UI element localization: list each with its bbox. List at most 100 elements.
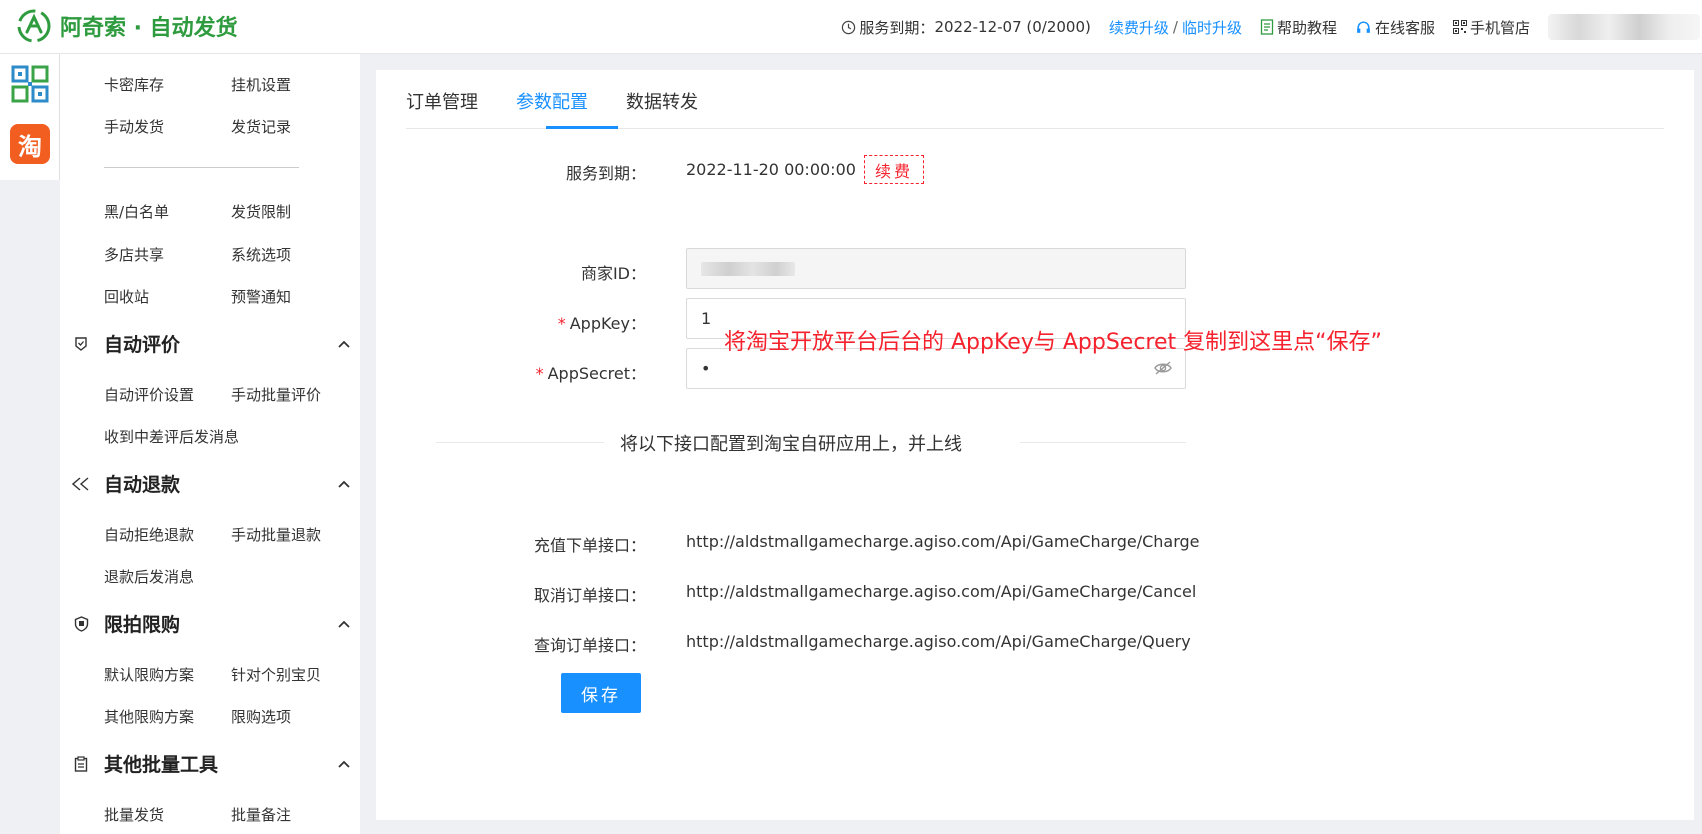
mobile-store-label: 手机管店 xyxy=(1469,18,1530,37)
menu-item-other-limit-plan[interactable]: 其他限购方案 xyxy=(104,706,231,727)
tab-bar: 订单管理 参数配置 数据转发 xyxy=(406,70,1664,129)
main-content-card: 订单管理 参数配置 数据转发 服务到期： 2022-11-20 00:00:00… xyxy=(376,70,1694,820)
menu-item-system-options[interactable]: 系统选项 xyxy=(231,244,358,265)
menu-item-limit-options[interactable]: 限购选项 xyxy=(231,706,358,727)
menu-item-specific-item-limit[interactable]: 针对个别宝贝 xyxy=(231,664,358,685)
menu-item-warning-notice[interactable]: 预警通知 xyxy=(231,286,358,307)
menu-group-auto-review[interactable]: 自动评价 xyxy=(70,330,350,357)
appkey-value: 1 xyxy=(701,309,712,328)
upgrade-links: 续费升级 / 临时升级 xyxy=(1109,17,1242,38)
user-account-blurred[interactable] xyxy=(1548,14,1700,40)
qr-code-icon xyxy=(1452,20,1467,34)
menu-group-title: 其他批量工具 xyxy=(104,754,219,776)
tab-parameter-config[interactable]: 参数配置 xyxy=(516,88,588,114)
menu-item-hangup-settings[interactable]: 挂机设置 xyxy=(231,74,358,95)
appkey-label-text: AppKey： xyxy=(569,314,646,333)
menu-row: 其他限购方案 限购选项 xyxy=(104,706,358,727)
help-label: 帮助教程 xyxy=(1276,18,1337,37)
rail-taobao[interactable]: 淘 xyxy=(0,114,60,174)
section-title: 将以下接口配置到淘宝自研应用上，并上线 xyxy=(620,434,962,455)
menu-item-bulk-remark[interactable]: 批量备注 xyxy=(231,804,358,825)
menu-item-blackwhite-list[interactable]: 黑/白名单 xyxy=(104,201,231,222)
menu-item-bad-review-message[interactable]: 收到中差评后发消息 xyxy=(104,426,239,447)
endpoint-label: 查询订单接口： xyxy=(533,636,646,655)
menu-item-auto-review-settings[interactable]: 自动评价设置 xyxy=(104,384,231,405)
endpoint-url: http://aldstmallgamecharge.agiso.com/Api… xyxy=(686,532,1200,551)
header-actions: 服务到期： 2022-12-07 (0/2000) 续费升级 / 临时升级 帮助… xyxy=(841,0,1702,54)
menu-row: 收到中差评后发消息 xyxy=(104,426,239,447)
menu-item-card-stock[interactable]: 卡密库存 xyxy=(104,74,231,95)
chevron-up-icon[interactable] xyxy=(338,760,350,768)
required-mark: * xyxy=(557,314,566,333)
menu-item-multi-store[interactable]: 多店共享 xyxy=(104,244,231,265)
menu-item-auto-reject-refund[interactable]: 自动拒绝退款 xyxy=(104,524,231,545)
menu-item-default-limit-plan[interactable]: 默认限购方案 xyxy=(104,664,231,685)
online-service-link[interactable]: 在线客服 xyxy=(1355,17,1435,38)
tab-data-forwarding[interactable]: 数据转发 xyxy=(626,88,698,114)
menu-group-bulk-tools[interactable]: 其他批量工具 xyxy=(70,750,350,777)
renew-button[interactable]: 续费 xyxy=(864,155,924,184)
merchant-id-field xyxy=(686,248,1186,289)
app-rail-panel: 淘 xyxy=(0,54,60,180)
temp-upgrade-link[interactable]: 临时升级 xyxy=(1182,17,1242,38)
clock-icon xyxy=(842,20,856,34)
review-icon xyxy=(70,334,92,354)
chevron-up-icon[interactable] xyxy=(338,480,350,488)
menu-item-bulk-refund[interactable]: 手动批量退款 xyxy=(231,524,358,545)
menu-item-manual-ship[interactable]: 手动发货 xyxy=(104,116,231,137)
mobile-store-link[interactable]: 手机管店 xyxy=(1452,17,1530,38)
menu-row: 自动拒绝退款 手动批量退款 xyxy=(104,524,358,545)
brand-logo[interactable]: 阿奇索 · 自动发货 xyxy=(16,8,238,44)
renew-upgrade-link[interactable]: 续费升级 xyxy=(1109,17,1169,38)
appsecret-label-text: AppSecret： xyxy=(547,364,646,383)
menu-item-recycle-bin[interactable]: 回收站 xyxy=(104,286,231,307)
refund-icon xyxy=(70,474,92,494)
instruction-annotation: 将淘宝开放平台后台的 AppKey与 AppSecret 复制到这里点“保存” xyxy=(724,330,1382,355)
chevron-up-icon[interactable] xyxy=(338,340,350,348)
menu-row: 黑/白名单 发货限制 xyxy=(104,201,358,222)
appkey-label: * AppKey： xyxy=(558,310,646,334)
menu-item-bulk-review[interactable]: 手动批量评价 xyxy=(231,384,358,405)
top-header: 阿奇索 · 自动发货 服务到期： 2022-12-07 (0/2000) 续费升… xyxy=(0,0,1702,54)
help-link[interactable]: 帮助教程 xyxy=(1260,17,1337,38)
merchant-id-blurred xyxy=(701,261,795,276)
menu-item-ship-records[interactable]: 发货记录 xyxy=(231,116,358,137)
menu-group-auto-refund[interactable]: 自动退款 xyxy=(70,470,350,497)
chevron-up-icon[interactable] xyxy=(338,620,350,628)
brand-name: 阿奇索 · 自动发货 xyxy=(60,16,238,41)
upgrade-separator: / xyxy=(1172,18,1178,36)
service-expiry: 服务到期： 2022-12-07 (0/2000) xyxy=(841,17,1091,38)
sidebar-menu: 卡密库存 挂机设置 手动发货 发货记录 黑/白名单 发货限制 多店共享 系统选项 回收站… xyxy=(60,54,360,834)
endpoint-url: http://aldstmallgamecharge.agiso.com/Api… xyxy=(686,582,1197,601)
rail-app-grid[interactable] xyxy=(0,54,60,114)
service-expiry-value: 2022-11-20 00:00:00 xyxy=(686,160,856,179)
tab-order-management[interactable]: 订单管理 xyxy=(406,88,478,114)
menu-item-bulk-ship[interactable]: 批量发货 xyxy=(104,804,231,825)
menu-item-ship-limit[interactable]: 发货限制 xyxy=(231,201,358,222)
taobao-icon: 淘 xyxy=(10,124,50,164)
clipboard-icon xyxy=(70,754,92,774)
menu-row: 批量发货 批量备注 xyxy=(104,804,358,825)
menu-item-refund-message[interactable]: 退款后发消息 xyxy=(104,566,194,587)
menu-divider xyxy=(104,167,299,168)
menu-row: 手动发货 发货记录 xyxy=(104,116,358,137)
menu-row: 退款后发消息 xyxy=(104,566,194,587)
merchant-id-label: 商家ID： xyxy=(580,264,646,283)
endpoint-label: 充值下单接口： xyxy=(533,536,646,555)
menu-row: 卡密库存 挂机设置 xyxy=(104,74,358,95)
required-mark: * xyxy=(535,364,544,383)
menu-group-purchase-limit[interactable]: 限拍限购 xyxy=(70,610,350,637)
menu-group-title: 自动评价 xyxy=(104,334,181,356)
save-button[interactable]: 保存 xyxy=(561,673,641,713)
menu-group-title: 限拍限购 xyxy=(104,614,181,636)
section-divider-right xyxy=(1020,442,1186,443)
eye-slash-icon[interactable] xyxy=(1153,360,1173,376)
online-service-label: 在线客服 xyxy=(1374,18,1435,37)
grid-apps-icon xyxy=(11,65,49,103)
appsecret-value: • xyxy=(701,359,711,378)
service-expiry-label: 服务到期： xyxy=(859,18,935,37)
shield-icon xyxy=(70,614,92,634)
endpoint-url: http://aldstmallgamecharge.agiso.com/Api… xyxy=(686,632,1191,651)
menu-row: 自动评价设置 手动批量评价 xyxy=(104,384,358,405)
service-expiry-label: 服务到期： xyxy=(565,164,646,183)
